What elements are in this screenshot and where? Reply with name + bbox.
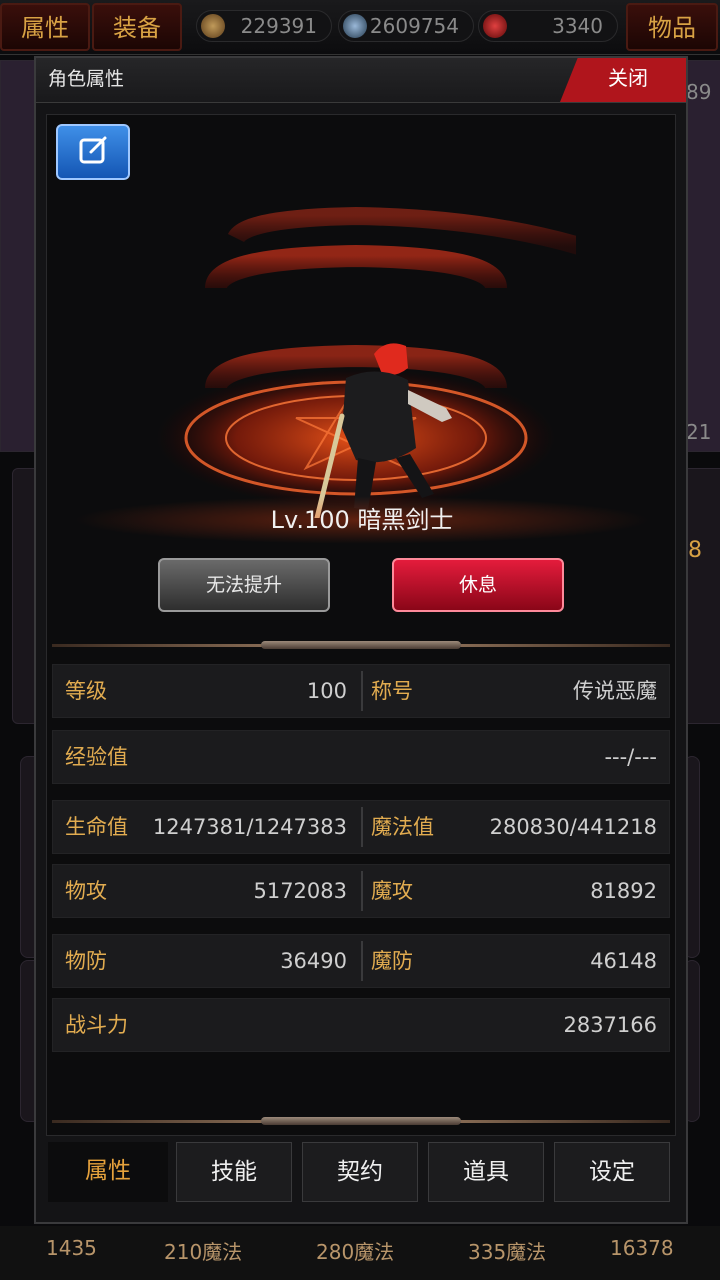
- stat-separator: [361, 807, 363, 847]
- dialog-header: 角色属性 关闭: [36, 58, 686, 103]
- stat-separator: [361, 671, 363, 711]
- bottom-value: 335魔法: [468, 1240, 547, 1264]
- mp-value: 280830/441218: [489, 815, 657, 839]
- rest-button[interactable]: 休息: [392, 558, 564, 612]
- bottom-value: 16378: [610, 1236, 674, 1260]
- combat-power-value: 2837166: [563, 1013, 657, 1037]
- divider-ornament: [261, 1117, 461, 1125]
- stat-separator: [361, 871, 363, 911]
- skull-value: 2609754: [369, 14, 459, 38]
- background-number: 89: [686, 80, 712, 104]
- tab-items[interactable]: 道具: [428, 1142, 544, 1202]
- title-value: 传说恶魔: [573, 679, 657, 703]
- stats-row-exp: 经验值 ---/---: [52, 730, 670, 784]
- edit-icon: [79, 136, 107, 164]
- bottom-value: 1435: [46, 1236, 97, 1260]
- magic-attack-value: 81892: [590, 879, 657, 903]
- tab-settings[interactable]: 设定: [554, 1142, 670, 1202]
- background-side-icons: [684, 468, 720, 724]
- skull-resource: 2609754: [338, 10, 474, 42]
- physical-defense-value: 36490: [280, 949, 347, 973]
- attributes-top-button[interactable]: 属性: [0, 3, 90, 51]
- flame-ring: [205, 244, 507, 290]
- exp-value: ---/---: [604, 745, 657, 769]
- hp-label: 生命值: [65, 815, 128, 839]
- gold-resource: 229391: [196, 10, 332, 42]
- stats-row-defense: 物防 36490 魔防 46148: [52, 934, 670, 988]
- blood-orb-icon: [483, 14, 507, 38]
- background-number: 8: [688, 538, 702, 563]
- cannot-upgrade-button[interactable]: 无法提升: [158, 558, 330, 612]
- blood-value: 3340: [552, 14, 603, 38]
- level-label: 等级: [65, 679, 107, 703]
- magic-defense-label: 魔防: [371, 949, 413, 973]
- items-top-button[interactable]: 物品: [626, 3, 718, 51]
- gold-coin-icon: [201, 14, 225, 38]
- bottom-value: 210魔法: [164, 1240, 243, 1264]
- combat-power-label: 战斗力: [65, 1013, 128, 1037]
- tab-contracts[interactable]: 契约: [302, 1142, 418, 1202]
- mp-label: 魔法值: [371, 815, 434, 839]
- close-button[interactable]: 关闭: [560, 58, 686, 102]
- hp-value: 1247381/1247383: [152, 815, 347, 839]
- hero-portrait: [146, 178, 589, 525]
- dialog-title: 角色属性: [48, 68, 125, 90]
- divider-ornament: [261, 641, 461, 649]
- magic-attack-label: 魔攻: [371, 879, 413, 903]
- level-value: 100: [306, 679, 347, 703]
- bottom-value: 280魔法: [316, 1240, 395, 1264]
- character-attributes-dialog: 角色属性 关闭 Lv.100 暗黑剑士 无法提升 休息 等级 100 称号 传说…: [34, 56, 688, 1224]
- equipment-top-button[interactable]: 装备: [92, 3, 182, 51]
- skull-orb-icon: [343, 14, 367, 38]
- stats-row-hp-mp: 生命值 1247381/1247383 魔法值 280830/441218: [52, 800, 670, 854]
- edit-name-button[interactable]: [56, 124, 130, 180]
- gold-value: 229391: [240, 14, 317, 38]
- physical-attack-value: 5172083: [253, 879, 347, 903]
- magic-defense-value: 46148: [590, 949, 657, 973]
- tab-skills[interactable]: 技能: [176, 1142, 292, 1202]
- stats-row-power: 战斗力 2837166: [52, 998, 670, 1052]
- tab-attributes[interactable]: 属性: [48, 1142, 168, 1202]
- background-panel-right: [684, 60, 720, 452]
- stats-row-level: 等级 100 称号 传说恶魔: [52, 664, 670, 718]
- stats-row-attack: 物攻 5172083 魔攻 81892: [52, 864, 670, 918]
- stat-separator: [361, 941, 363, 981]
- hero-level-name: Lv.100 暗黑剑士: [72, 496, 652, 544]
- background-number: 21: [686, 420, 712, 444]
- title-label: 称号: [371, 679, 413, 703]
- exp-label: 经验值: [65, 745, 128, 769]
- physical-attack-label: 物攻: [65, 879, 107, 903]
- blood-resource: 3340: [478, 10, 618, 42]
- physical-defense-label: 物防: [65, 949, 107, 973]
